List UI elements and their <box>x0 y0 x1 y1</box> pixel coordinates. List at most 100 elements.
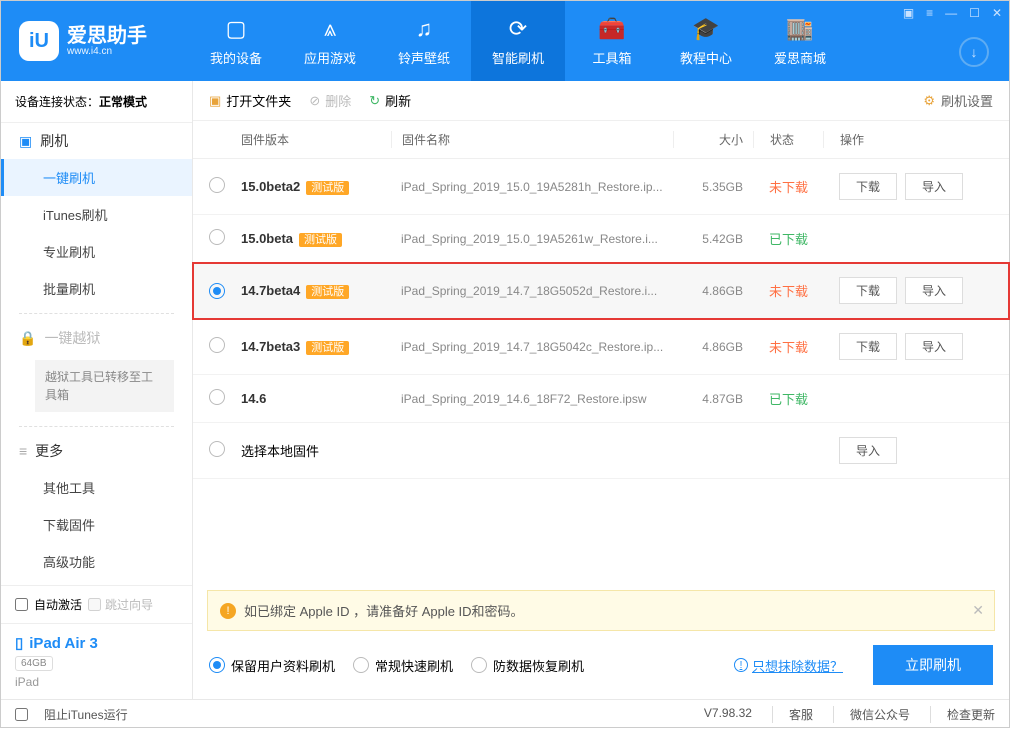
app-version: V7.98.32 <box>704 706 752 723</box>
connection-status: 设备连接状态：正常模式 <box>1 81 192 123</box>
info-icon: ! <box>734 658 748 672</box>
window-skin-icon[interactable]: ▣ <box>903 6 914 20</box>
block-itunes-label: 阻止iTunes运行 <box>44 706 128 723</box>
sidebar-item-3[interactable]: 批量刷机 <box>1 270 192 307</box>
sidebar: 设备连接状态：正常模式 ▣ 刷机 一键刷机iTunes刷机专业刷机批量刷机 🔒 … <box>1 81 193 699</box>
row-status: 未下载 <box>753 281 823 300</box>
col-status: 状态 <box>753 131 823 148</box>
download-indicator-icon[interactable]: ↓ <box>959 37 989 67</box>
row-action-button[interactable]: 下载 <box>839 333 897 360</box>
top-nav: ▢我的设备⩓应用游戏♫铃声壁纸⟳智能刷机🧰工具箱🎓教程中心🏬爱思商城 <box>189 1 847 81</box>
skip-guide-label: 跳过向导 <box>105 596 153 613</box>
beta-tag: 测试版 <box>306 285 349 299</box>
sidebar-flash-head[interactable]: ▣ 刷机 <box>1 123 192 159</box>
more-label: 更多 <box>35 441 63 461</box>
row-radio[interactable] <box>209 283 225 299</box>
jailbreak-note: 越狱工具已转移至工具箱 <box>35 360 174 412</box>
nav-label: 我的设备 <box>210 48 262 67</box>
row-action-button[interactable]: 导入 <box>905 333 963 360</box>
row-radio[interactable] <box>209 337 225 353</box>
main-panel: ▣ 打开文件夹 ⊘ 删除 ↻ 刷新 ⚙ 刷机设置 固件版本 固件名称 大小 状态… <box>193 81 1009 699</box>
row-version: 选择本地固件 <box>241 444 319 459</box>
table-row[interactable]: 15.0beta测试版iPad_Spring_2019_15.0_19A5261… <box>193 215 1009 263</box>
flash-now-button[interactable]: 立即刷机 <box>873 645 993 685</box>
nav-label: 爱思商城 <box>774 48 826 67</box>
sidebar-item-1[interactable]: iTunes刷机 <box>1 196 192 233</box>
device-info: ▯ iPad Air 3 64GB iPad <box>1 624 192 699</box>
row-size: 5.35GB <box>673 180 743 194</box>
block-itunes-checkbox[interactable] <box>15 708 28 721</box>
nav-item-3[interactable]: ⟳智能刷机 <box>471 1 565 81</box>
appleid-notice: ! 如已绑定 Apple ID ，请准备好 Apple ID和密码。 ✕ <box>207 590 995 631</box>
check-update-link[interactable]: 检查更新 <box>930 706 995 723</box>
flash-mode-radio[interactable] <box>471 657 487 673</box>
table-row[interactable]: 14.6iPad_Spring_2019_14.6_18F72_Restore.… <box>193 375 1009 423</box>
refresh-button[interactable]: ↻ 刷新 <box>369 91 411 110</box>
auto-activate-checkbox[interactable] <box>15 598 28 611</box>
row-radio[interactable] <box>209 177 225 193</box>
logo: iU 爱思助手 www.i4.cn <box>19 21 189 61</box>
row-action-button[interactable]: 导入 <box>905 173 963 200</box>
row-action-button[interactable]: 下载 <box>839 173 897 200</box>
flash-mode-radio[interactable] <box>209 657 225 673</box>
window-menu-icon[interactable]: ≡ <box>926 6 933 20</box>
conn-label: 设备连接状态： <box>15 95 99 109</box>
nav-icon: ⟳ <box>509 16 527 42</box>
table-row[interactable]: 15.0beta2测试版iPad_Spring_2019_15.0_19A528… <box>193 159 1009 215</box>
flash-head-label: 刷机 <box>40 131 68 151</box>
nav-item-0[interactable]: ▢我的设备 <box>189 1 283 81</box>
more-icon: ≡ <box>19 443 27 459</box>
notice-text: 如已绑定 Apple ID ，请准备好 Apple ID和密码。 <box>244 601 524 620</box>
sidebar-item-0[interactable]: 一键刷机 <box>1 159 192 196</box>
nav-item-5[interactable]: 🎓教程中心 <box>659 1 753 81</box>
warning-icon: ! <box>220 603 236 619</box>
table-row[interactable]: 选择本地固件 导入 <box>193 423 1009 479</box>
nav-icon: 🧰 <box>598 16 625 42</box>
nav-item-6[interactable]: 🏬爱思商城 <box>753 1 847 81</box>
window-close-icon[interactable]: ✕ <box>992 6 1002 20</box>
row-action-button[interactable]: 下载 <box>839 277 897 304</box>
header: iU 爱思助手 www.i4.cn ▢我的设备⩓应用游戏♫铃声壁纸⟳智能刷机🧰工… <box>1 1 1009 81</box>
window-controls: ▣ ≡ — ☐ ✕ <box>903 6 1002 20</box>
row-filename: iPad_Spring_2019_14.7_18G5042c_Restore.i… <box>391 340 673 354</box>
nav-item-2[interactable]: ♫铃声壁纸 <box>377 1 471 81</box>
device-name[interactable]: ▯ iPad Air 3 <box>15 634 178 652</box>
close-icon[interactable]: ✕ <box>972 602 984 619</box>
row-action-button[interactable]: 导入 <box>839 437 897 464</box>
open-folder-button[interactable]: ▣ 打开文件夹 <box>209 91 291 110</box>
nav-item-1[interactable]: ⩓应用游戏 <box>283 1 377 81</box>
col-ops: 操作 <box>823 131 993 148</box>
sidebar-item-2[interactable]: 专业刷机 <box>1 233 192 270</box>
device-type: iPad <box>15 671 178 689</box>
table-row[interactable]: 14.7beta3测试版iPad_Spring_2019_14.7_18G504… <box>193 319 1009 375</box>
row-radio[interactable] <box>209 389 225 405</box>
row-action-button[interactable]: 导入 <box>905 277 963 304</box>
sidebar-more-item-0[interactable]: 其他工具 <box>1 469 192 506</box>
table-row[interactable]: 14.7beta4测试版iPad_Spring_2019_14.7_18G505… <box>193 263 1009 319</box>
sidebar-more-head[interactable]: ≡ 更多 <box>1 433 192 469</box>
row-filename: iPad_Spring_2019_15.0_19A5261w_Restore.i… <box>391 232 673 246</box>
nav-icon: ⩓ <box>324 16 336 42</box>
device-capacity: 64GB <box>15 656 53 671</box>
flash-settings-button[interactable]: ⚙ 刷机设置 <box>923 91 993 110</box>
customer-service-link[interactable]: 客服 <box>772 706 813 723</box>
row-size: 5.42GB <box>673 232 743 246</box>
window-minimize-icon[interactable]: — <box>945 6 957 20</box>
nav-item-4[interactable]: 🧰工具箱 <box>565 1 659 81</box>
window-maximize-icon[interactable]: ☐ <box>969 6 980 20</box>
status-bar: 阻止iTunes运行 V7.98.32 客服 微信公众号 检查更新 <box>1 699 1009 729</box>
flash-mode-option[interactable]: 常规快速刷机 <box>353 656 453 675</box>
row-radio[interactable] <box>209 229 225 245</box>
wechat-link[interactable]: 微信公众号 <box>833 706 910 723</box>
row-version: 14.7beta3 <box>241 339 300 354</box>
skip-guide-checkbox[interactable] <box>88 598 101 611</box>
nav-label: 教程中心 <box>680 48 732 67</box>
tablet-icon: ▯ <box>15 634 23 652</box>
sidebar-more-item-2[interactable]: 高级功能 <box>1 543 192 580</box>
flash-mode-option[interactable]: 防数据恢复刷机 <box>471 656 584 675</box>
sidebar-more-item-1[interactable]: 下载固件 <box>1 506 192 543</box>
erase-data-link[interactable]: !只想抹除数据？ <box>734 656 843 675</box>
flash-mode-option[interactable]: 保留用户资料刷机 <box>209 656 335 675</box>
flash-mode-radio[interactable] <box>353 657 369 673</box>
row-radio[interactable] <box>209 441 225 457</box>
